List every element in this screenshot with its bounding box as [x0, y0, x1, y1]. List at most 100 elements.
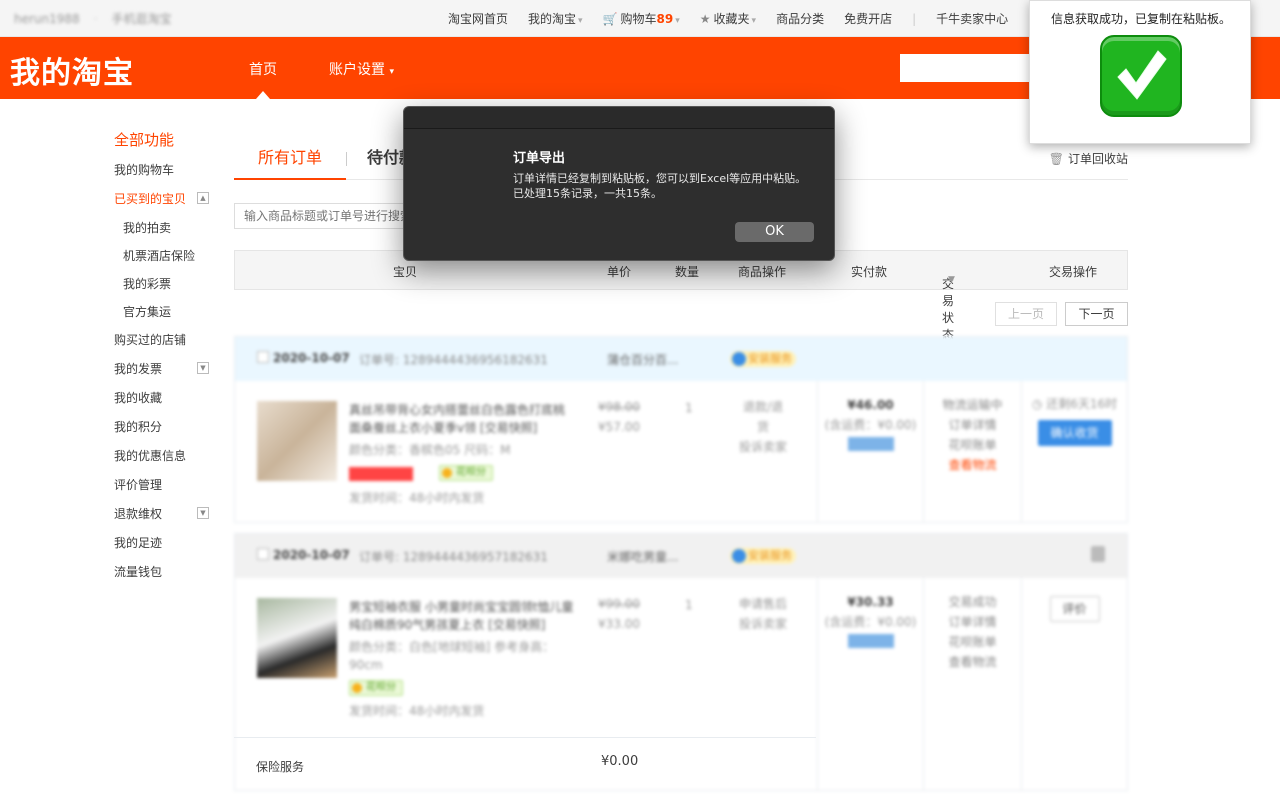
chevron-down-icon: ▾ [578, 16, 583, 26]
insurance-label: 保险服务 [256, 760, 305, 774]
confirm-receipt-button[interactable]: 确认收货 [1037, 420, 1112, 446]
product-attributes: 颜色分类：香槟色05 尺码：M [349, 443, 511, 457]
next-page-button[interactable]: 下一页 [1065, 302, 1128, 326]
order-card: 2020-10-07 订单号: 1289444436956182631 蒲仓百分… [234, 336, 1128, 523]
product-thumbnail[interactable] [257, 598, 337, 678]
check-mark-icon [1100, 35, 1182, 117]
toast-message: 信息获取成功，已复制在粘贴板。 [1050, 12, 1231, 26]
taobao-home-link[interactable]: 淘宝网首页 [448, 10, 508, 27]
insurance-value: ¥0.00 [601, 754, 639, 769]
header-search-input[interactable] [900, 54, 1040, 82]
nav-account-settings[interactable]: 账户设置 ▾ [329, 59, 394, 79]
favorites-link[interactable]: ★ 收藏夹 ▾ [700, 10, 756, 27]
sidebar-item-invoices[interactable]: 我的发票 ▼ [114, 359, 224, 388]
sidebar-item-purchased[interactable]: 已买到的宝贝 ▲ [114, 189, 224, 218]
service-badge: 安装服务 [730, 548, 796, 564]
delete-order-icon[interactable] [1091, 546, 1105, 562]
my-taobao-link[interactable]: 我的淘宝 ▾ [528, 10, 583, 27]
trash-icon: 🗑 [1048, 152, 1064, 166]
insurance-row: 保险服务 ¥0.00 [234, 737, 816, 791]
shipping-time: 发货时间：48小时内发货 [349, 491, 485, 505]
sidebar-item-cart[interactable]: 我的购物车 [114, 160, 224, 189]
service-badge: 安装服务 [730, 351, 796, 367]
dialog-titlebar[interactable] [404, 107, 834, 129]
dialog-title: 订单导出 [513, 151, 566, 166]
cart-icon: 🛒 [602, 12, 618, 26]
sidebar-item-refunds[interactable]: 退款维权 ▼ [114, 504, 224, 533]
tab-all-orders[interactable]: 所有订单 [234, 140, 346, 180]
order-actions: ◷ 还剩6天16时 确认收货 [1021, 381, 1127, 522]
chevron-down-icon: ▾ [675, 16, 680, 26]
col-price: 单价 [607, 265, 632, 279]
dialog-ok-button[interactable]: OK [735, 222, 814, 242]
chevron-down-icon: ▾ [389, 67, 394, 77]
sidebar-item-auctions[interactable]: 我的拍卖 [114, 218, 224, 246]
username-link[interactable]: herun1988 [14, 12, 80, 26]
order-date: 2020-10-07 [273, 351, 350, 365]
collapse-icon[interactable]: ▲ [197, 192, 209, 204]
paid-amount: ¥30.33 (含运费：¥0.00) [817, 578, 923, 790]
order-number: 订单号: 1289444436956182631 [359, 353, 548, 367]
unit-price: ¥98.00 ¥57.00 [598, 400, 640, 434]
sidebar-item-shops[interactable]: 购买过的店铺 [114, 330, 224, 359]
sidebar-item-points[interactable]: 我的积分 [114, 417, 224, 446]
item-operations: 退款/退货 投诉卖家 [738, 400, 787, 454]
order-header: 2020-10-07 订单号: 1289444436957182631 米娜吃男… [235, 534, 1127, 578]
open-shop-link[interactable]: 免费开店 [844, 10, 892, 27]
product-title[interactable]: 男宝短袖衣服 小男童时尚宝宝圆领t恤儿童纯白棉质90气男孩夏上衣 [交易快照] [349, 598, 574, 634]
sidebar-item-coupons[interactable]: 我的优惠信息 [114, 446, 224, 475]
col-item-ops: 商品操作 [738, 265, 787, 279]
clock-icon: ◷ [1031, 397, 1043, 411]
credit-tag: 花呗分 [439, 465, 493, 481]
product-title[interactable]: 真丝吊带背心女内搭蕾丝白色露色打底桃面桑蚕丝上衣小夏季v领 [交易快照] [349, 401, 574, 437]
sidebar-item-travel[interactable]: 机票酒店保险 [114, 246, 224, 274]
my-taobao-logo[interactable]: 我的淘宝 [10, 48, 134, 92]
credit-tag: 花呗分 [349, 680, 403, 696]
chevron-down-icon: ▼ [948, 275, 955, 285]
clipboard-toast: 信息获取成功，已复制在粘贴板。 [1029, 0, 1251, 144]
sidebar-item-favorites[interactable]: 我的收藏 [114, 388, 224, 417]
unit-price: ¥99.00 ¥33.00 [598, 597, 640, 631]
cart-link[interactable]: 🛒 购物车89 ▾ [603, 10, 680, 27]
mobile-link[interactable]: 手机逛淘宝 [112, 10, 172, 27]
col-actions: 交易操作 [1049, 265, 1098, 279]
sidebar-item-footprint[interactable]: 我的足迹 [114, 533, 224, 562]
order-date: 2020-10-07 [273, 548, 350, 562]
order-checkbox[interactable] [257, 351, 269, 363]
seller-center-link[interactable]: 千牛卖家中心 [936, 10, 1008, 27]
sidebar-item-lottery[interactable]: 我的彩票 [114, 274, 224, 302]
countdown: ◷ 还剩6天16时 [1031, 397, 1118, 411]
order-recycle-bin[interactable]: 🗑 订单回收站 [1049, 150, 1128, 167]
payment-tag [847, 634, 894, 648]
quantity: 1 [685, 598, 693, 612]
categories-link[interactable]: 商品分类 [776, 10, 824, 27]
order-checkbox[interactable] [257, 548, 269, 560]
chevron-down-icon: ▾ [751, 16, 757, 26]
cart-count: 89 [656, 12, 674, 26]
order-actions: 评价 [1021, 578, 1127, 790]
promo-tag [349, 467, 413, 481]
col-paid: 实付款 [851, 265, 888, 279]
quantity: 1 [685, 401, 693, 415]
sidebar-item-reviews[interactable]: 评价管理 [114, 475, 224, 504]
nav-home[interactable]: 首页 [249, 59, 277, 79]
prev-page-button[interactable]: 上一页 [995, 302, 1057, 326]
item-operations: 申请售后 投诉卖家 [738, 597, 787, 631]
paid-amount: ¥46.00 (含运费：¥0.00) [817, 381, 923, 522]
review-button[interactable]: 评价 [1049, 596, 1100, 622]
sidebar-title: 全部功能 [114, 131, 175, 149]
product-thumbnail[interactable] [257, 401, 337, 481]
shop-name[interactable]: 米娜吃男童... [607, 548, 678, 565]
export-dialog: 订单导出 订单详情已经复制到粘贴板，您可以到Excel等应用中粘贴。已处理15条… [403, 106, 835, 261]
product-attributes: 颜色分类：白色[地球短袖] 参考身高：90cm [349, 640, 555, 672]
order-header: 2020-10-07 订单号: 1289444436956182631 蒲仓百分… [235, 337, 1127, 381]
sidebar: 全部功能 我的购物车 已买到的宝贝 ▲ 我的拍卖 机票酒店保险 我的彩票 官方集运… [114, 130, 224, 591]
order-number: 订单号: 1289444436957182631 [359, 550, 548, 564]
dialog-message: 订单详情已经复制到粘贴板，您可以到Excel等应用中粘贴。已处理15条记录，一共… [513, 172, 807, 200]
active-nav-indicator [256, 91, 270, 99]
shop-name[interactable]: 蒲仓百分百... [607, 351, 678, 368]
sidebar-item-data-wallet[interactable]: 流量钱包 [114, 562, 224, 591]
sidebar-item-consolidation[interactable]: 官方集运 [114, 302, 224, 330]
expand-icon[interactable]: ▼ [197, 507, 209, 519]
expand-icon[interactable]: ▼ [197, 362, 209, 374]
